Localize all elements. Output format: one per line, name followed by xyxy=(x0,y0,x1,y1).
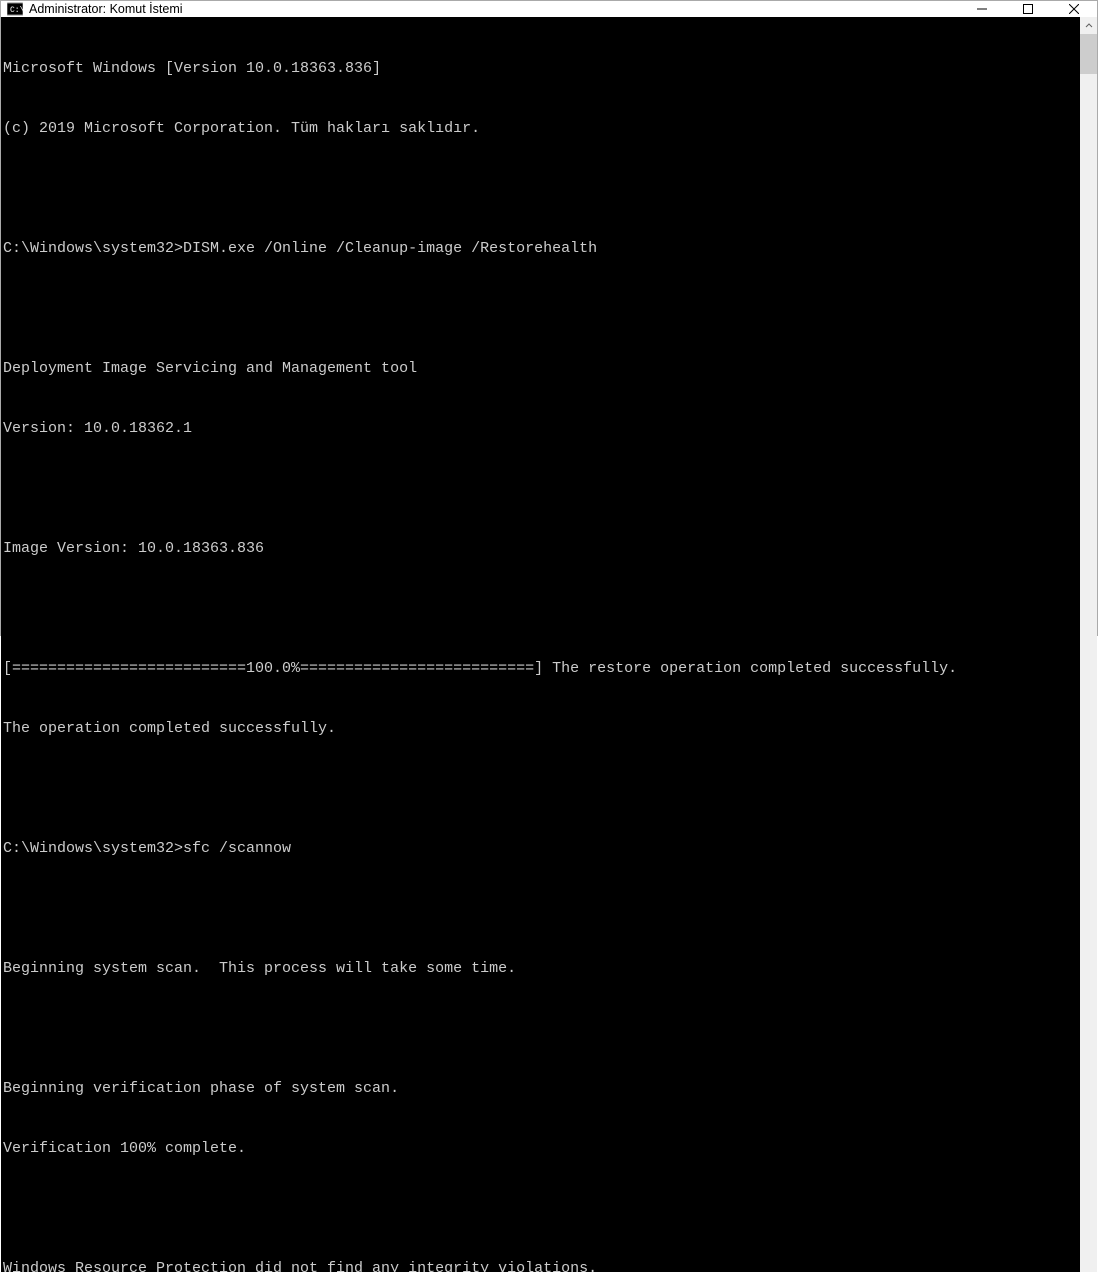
terminal-line: C:\Windows\system32>DISM.exe /Online /Cl… xyxy=(3,239,1080,259)
svg-text:C:\: C:\ xyxy=(10,6,23,15)
vertical-scrollbar[interactable] xyxy=(1080,17,1097,1272)
minimize-button[interactable] xyxy=(959,1,1005,17)
scroll-up-button[interactable] xyxy=(1080,17,1097,34)
terminal-line: [==========================100.0%=======… xyxy=(3,659,1080,679)
terminal-line xyxy=(3,299,1080,319)
terminal-line: (c) 2019 Microsoft Corporation. Tüm hakl… xyxy=(3,119,1080,139)
window-controls xyxy=(959,1,1097,17)
terminal-line: The operation completed successfully. xyxy=(3,719,1080,739)
terminal-line xyxy=(3,779,1080,799)
maximize-button[interactable] xyxy=(1005,1,1051,17)
titlebar[interactable]: C:\ Administrator: Komut İstemi xyxy=(1,1,1097,17)
terminal-output[interactable]: Microsoft Windows [Version 10.0.18363.83… xyxy=(1,17,1080,1272)
window-title: Administrator: Komut İstemi xyxy=(29,2,183,16)
terminal-line: Image Version: 10.0.18363.836 xyxy=(3,539,1080,559)
terminal-line: Verification 100% complete. xyxy=(3,1139,1080,1159)
terminal-line xyxy=(3,899,1080,919)
terminal-line: C:\Windows\system32>sfc /scannow xyxy=(3,839,1080,859)
cmd-icon: C:\ xyxy=(7,1,23,17)
terminal-line xyxy=(3,599,1080,619)
scroll-thumb[interactable] xyxy=(1080,34,1097,74)
terminal-area: Microsoft Windows [Version 10.0.18363.83… xyxy=(1,17,1097,1272)
terminal-line xyxy=(3,479,1080,499)
terminal-line: Microsoft Windows [Version 10.0.18363.83… xyxy=(3,59,1080,79)
terminal-line: Windows Resource Protection did not find… xyxy=(3,1259,1080,1272)
terminal-line xyxy=(3,179,1080,199)
terminal-line: Beginning verification phase of system s… xyxy=(3,1079,1080,1099)
terminal-line: Version: 10.0.18362.1 xyxy=(3,419,1080,439)
close-button[interactable] xyxy=(1051,1,1097,17)
terminal-line: Beginning system scan. This process will… xyxy=(3,959,1080,979)
terminal-line xyxy=(3,1199,1080,1219)
window: C:\ Administrator: Komut İstemi Microsof… xyxy=(0,0,1098,636)
terminal-line xyxy=(3,1019,1080,1039)
terminal-line: Deployment Image Servicing and Managemen… xyxy=(3,359,1080,379)
